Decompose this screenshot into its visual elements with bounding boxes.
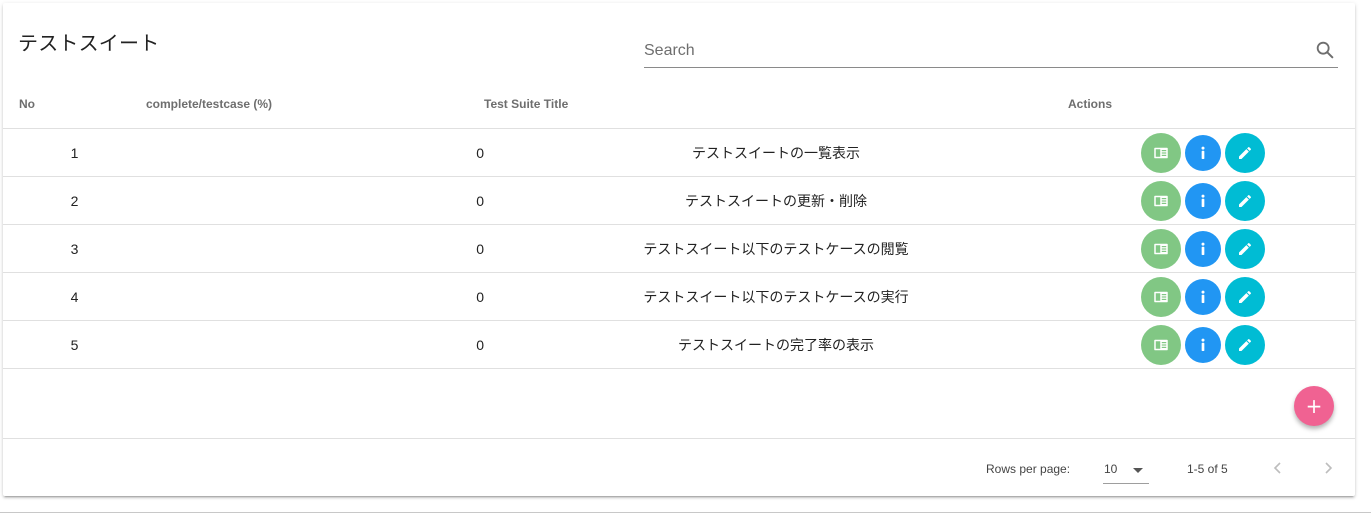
search-input[interactable] [644, 37, 1294, 65]
table-row: 1 0 テストスイートの一覧表示 [3, 128, 1355, 177]
dropdown-arrow-icon [1133, 468, 1143, 473]
edit-button[interactable] [1225, 276, 1265, 317]
cell-title: テストスイート以下のテストケースの実行 [484, 272, 1068, 321]
pencil-icon [1237, 289, 1253, 305]
cell-complete: 0 [146, 272, 484, 321]
view-button[interactable] [1141, 228, 1181, 269]
header-actions: Actions [1068, 80, 1355, 129]
cell-actions [1068, 320, 1355, 369]
plus-icon: + [1305, 394, 1323, 418]
cell-actions [1068, 128, 1355, 177]
view-list-icon [1152, 144, 1170, 162]
cell-title: テストスイートの更新・削除 [484, 176, 1068, 225]
info-button[interactable] [1185, 230, 1221, 267]
view-list-icon [1152, 288, 1170, 306]
add-test-suite-button[interactable]: + [1294, 386, 1334, 426]
view-list-icon [1152, 192, 1170, 210]
cell-title: テストスイートの完了率の表示 [484, 320, 1068, 369]
info-icon [1194, 192, 1212, 210]
info-button[interactable] [1185, 182, 1221, 219]
table-row: 4 0 テストスイート以下のテストケースの実行 [3, 272, 1355, 321]
table-row: 2 0 テストスイートの更新・削除 [3, 176, 1355, 225]
test-suite-card: テストスイート No complete/testcase (%) Test Su… [3, 3, 1355, 496]
cell-title: テストスイート以下のテストケースの閲覧 [484, 224, 1068, 273]
cell-title: テストスイートの一覧表示 [484, 128, 1068, 177]
edit-button[interactable] [1225, 132, 1265, 173]
cell-no: 2 [3, 176, 146, 225]
rows-per-page-value: 10 [1104, 462, 1118, 476]
cell-complete: 0 [146, 320, 484, 369]
info-icon [1194, 144, 1212, 162]
edit-button[interactable] [1225, 324, 1265, 365]
row-actions [1068, 324, 1355, 365]
pencil-icon [1237, 145, 1253, 161]
row-actions [1068, 228, 1355, 269]
rows-per-page-select[interactable]: 10 [1103, 455, 1149, 484]
page-bottom-border [0, 512, 1371, 513]
cell-no: 4 [3, 272, 146, 321]
table-row: 5 0 テストスイートの完了率の表示 [3, 320, 1355, 369]
row-actions [1068, 132, 1355, 173]
rows-per-page-label: Rows per page: [986, 462, 1071, 476]
row-actions [1068, 180, 1355, 221]
cell-no: 1 [3, 128, 146, 177]
pencil-icon [1237, 337, 1253, 353]
info-button[interactable] [1185, 278, 1221, 315]
header-complete[interactable]: complete/testcase (%) [146, 80, 484, 129]
info-icon [1194, 336, 1212, 354]
cell-actions [1068, 176, 1355, 225]
pencil-icon [1237, 193, 1253, 209]
header-no[interactable]: No [3, 80, 146, 129]
search-field [644, 37, 1338, 68]
table-pagination: Rows per page: 10 1-5 of 5 [3, 439, 1355, 496]
view-list-icon [1152, 336, 1170, 354]
test-suite-table: No complete/testcase (%) Test Suite Titl… [3, 80, 1355, 369]
page-title: テストスイート [18, 31, 160, 55]
table-header-row: No complete/testcase (%) Test Suite Titl… [3, 80, 1355, 129]
cell-complete: 0 [146, 176, 484, 225]
info-button[interactable] [1185, 326, 1221, 363]
info-icon [1194, 240, 1212, 258]
cell-no: 3 [3, 224, 146, 273]
page-range: 1-5 of 5 [1187, 462, 1228, 476]
cell-no: 5 [3, 320, 146, 369]
view-button[interactable] [1141, 132, 1181, 173]
view-button[interactable] [1141, 324, 1181, 365]
row-actions [1068, 276, 1355, 317]
info-button[interactable] [1185, 134, 1221, 171]
view-list-icon [1152, 240, 1170, 258]
cell-actions [1068, 272, 1355, 321]
chevron-left-icon [1273, 462, 1281, 474]
previous-page-button[interactable] [1266, 456, 1290, 480]
pencil-icon [1237, 241, 1253, 257]
next-page-button[interactable] [1316, 456, 1340, 480]
view-button[interactable] [1141, 180, 1181, 221]
cell-actions [1068, 224, 1355, 273]
header-title[interactable]: Test Suite Title [484, 80, 1068, 129]
table-row: 3 0 テストスイート以下のテストケースの閲覧 [3, 224, 1355, 273]
chevron-right-icon [1325, 462, 1333, 474]
cell-complete: 0 [146, 224, 484, 273]
info-icon [1194, 288, 1212, 306]
view-button[interactable] [1141, 276, 1181, 317]
edit-button[interactable] [1225, 180, 1265, 221]
edit-button[interactable] [1225, 228, 1265, 269]
cell-complete: 0 [146, 128, 484, 177]
search-icon[interactable] [1314, 39, 1336, 61]
